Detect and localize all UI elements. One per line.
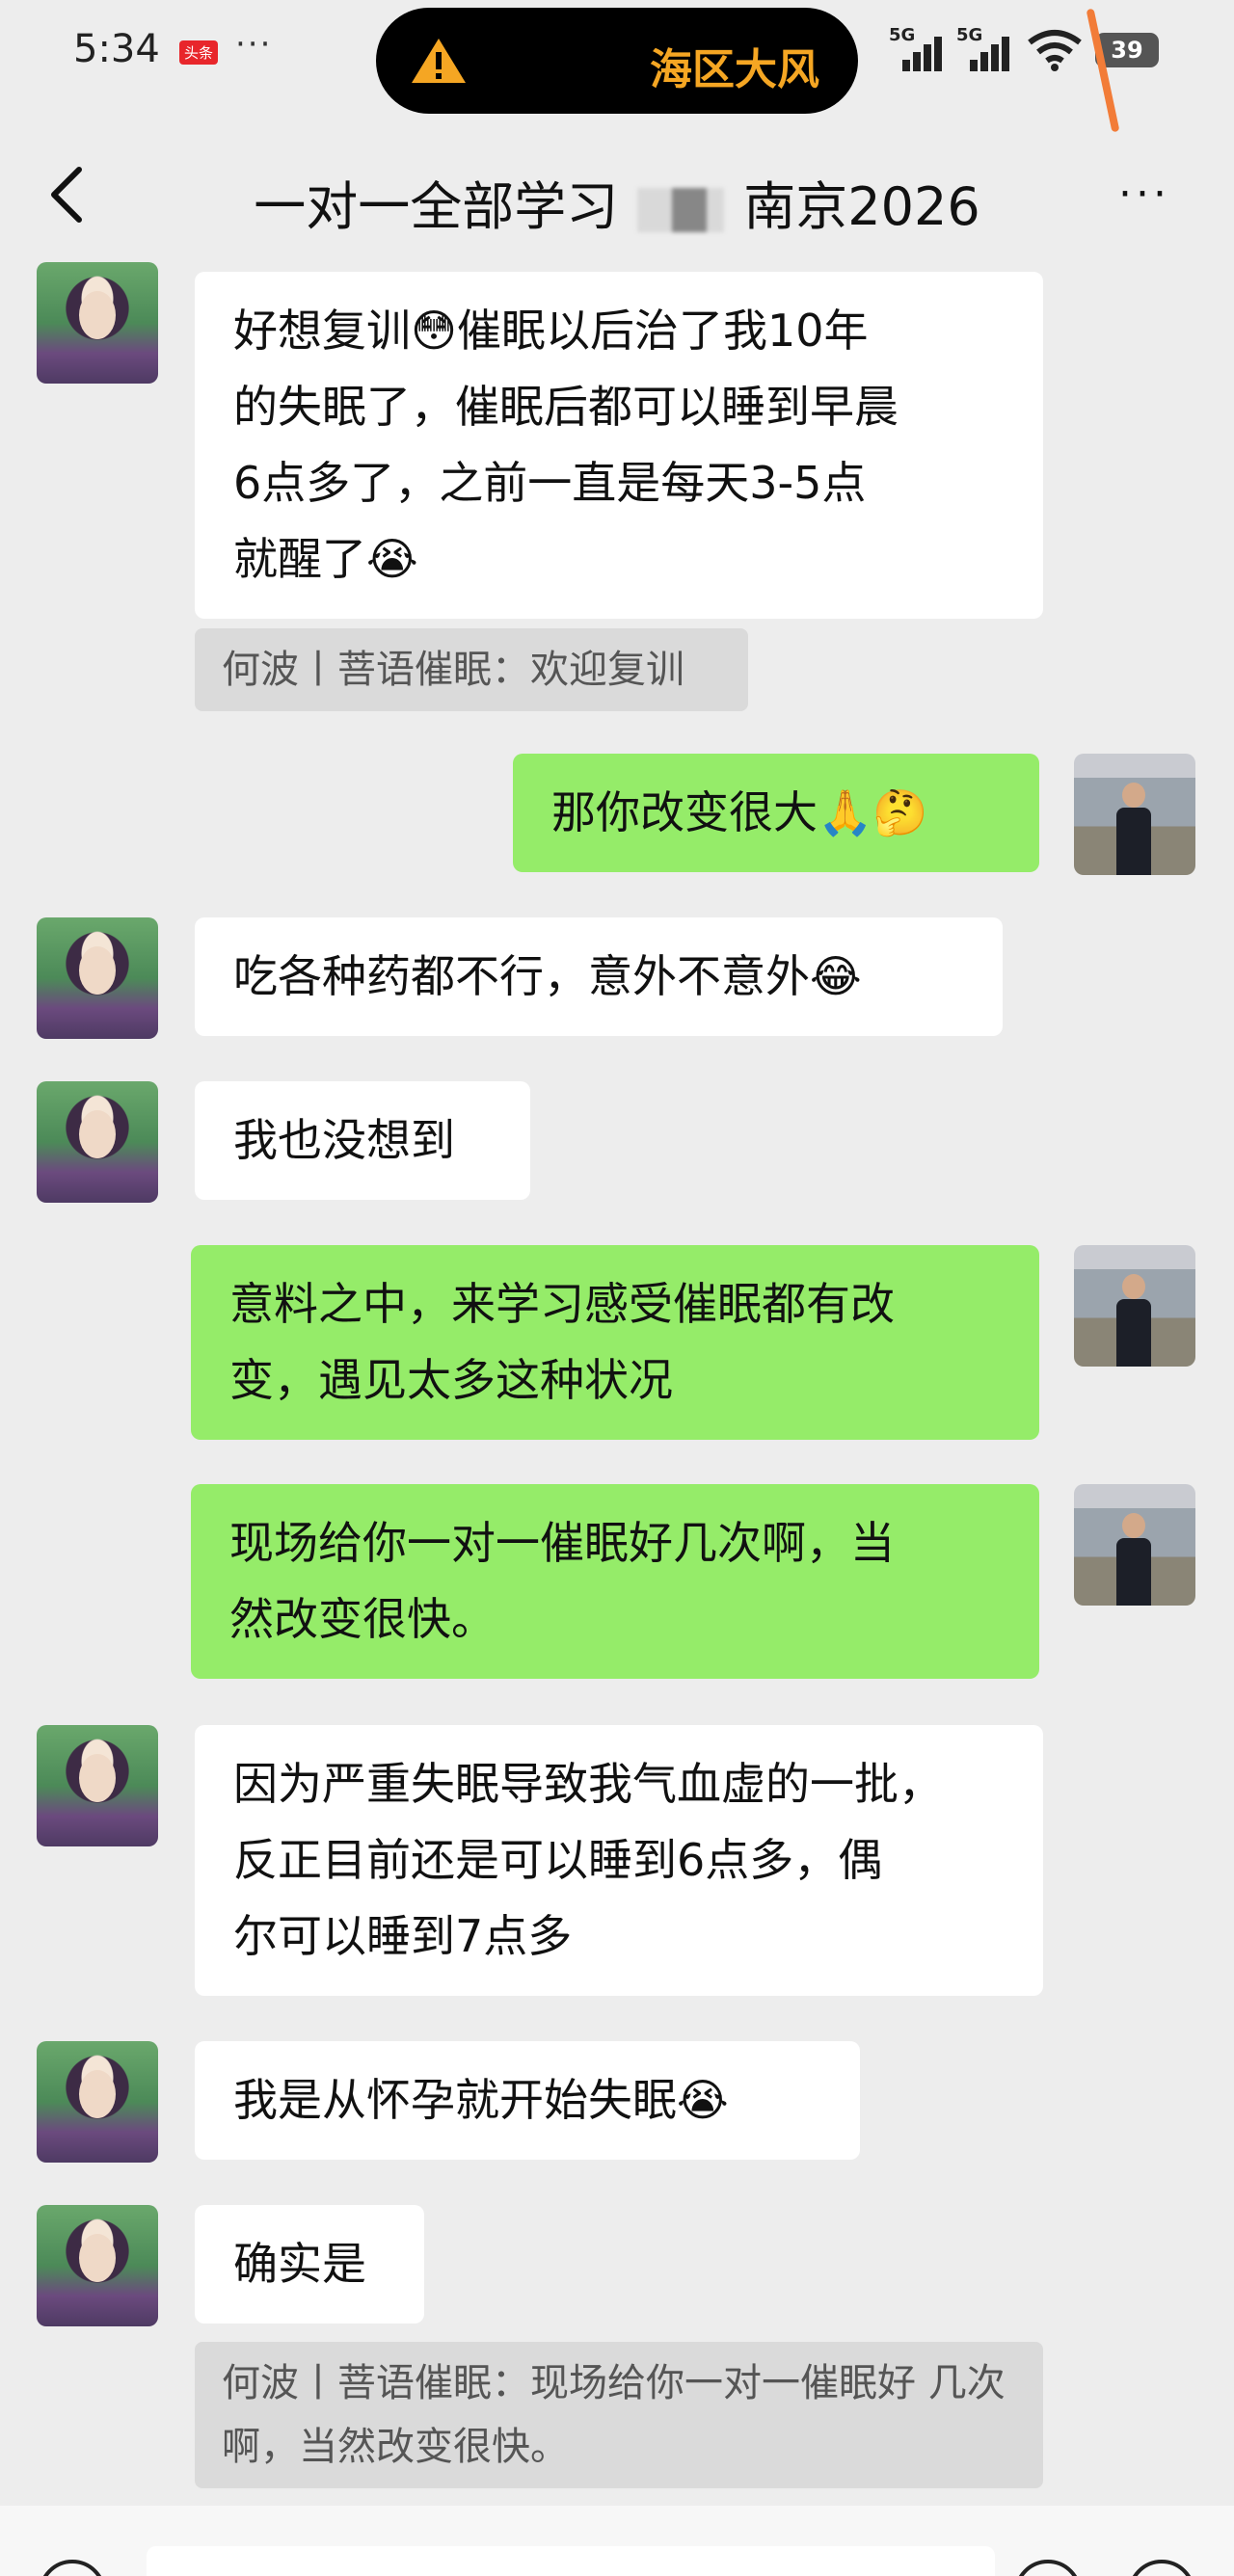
wifi-icon [1028, 30, 1082, 71]
message-bubble[interactable]: 现场给你一对一催眠好几次啊，当 然改变很快。 [191, 1484, 1039, 1679]
chat-header: 一对一全部学习 南京2026 ··· [0, 125, 1234, 260]
weather-alert-text: 海区大风 [650, 45, 819, 94]
avatar[interactable] [1074, 754, 1195, 875]
chat-title-left: 一对一全部学习 [254, 176, 619, 237]
message-bubble[interactable]: 那你改变很大🙏🤔 [513, 754, 1039, 872]
avatar[interactable] [1074, 1484, 1195, 1606]
signal-icon: 5G [889, 25, 942, 71]
avatar[interactable] [37, 1081, 158, 1203]
emoji-icon[interactable] [1014, 2560, 1082, 2576]
voice-icon[interactable] [39, 2560, 106, 2576]
avatar[interactable] [37, 2041, 158, 2163]
message-bubble[interactable]: 吃各种药都不行，意外不意外😂 [195, 917, 1003, 1036]
message-bubble[interactable]: 好想复训😳催眠以后治了我10年 的失眠了，催眠后都可以睡到早晨 6点多了，之前一… [195, 272, 1043, 619]
avatar[interactable] [37, 2205, 158, 2326]
input-bar [0, 2506, 1234, 2576]
message-bubble[interactable]: 我是从怀孕就开始失眠😭 [195, 2041, 860, 2160]
status-time: 5:34 [73, 27, 160, 71]
status-bar: 5:34 头条 ··· 海区大风 5G 5G 39 [0, 0, 1234, 133]
redacted-mask [637, 188, 725, 233]
add-icon[interactable] [1128, 2560, 1195, 2576]
message-input[interactable] [147, 2546, 995, 2576]
message-bubble[interactable]: 我也没想到 [195, 1081, 530, 1200]
message-bubble[interactable]: 因为严重失眠导致我气血虚的一批， 反正目前还是可以睡到6点多，偶 尔可以睡到7点… [195, 1725, 1043, 1996]
chat-title-right: 南京2026 [743, 176, 980, 237]
weather-alert-pill[interactable]: 海区大风 [376, 8, 858, 114]
message-bubble[interactable]: 意料之中，来学习感受催眠都有改 变，遇见太多这种状况 [191, 1245, 1039, 1440]
quoted-reply[interactable]: 何波丨菩语催眠：现场给你一对一催眠好 几次啊，当然改变很快。 [195, 2342, 1043, 2488]
avatar[interactable] [37, 262, 158, 384]
news-app-badge: 头条 [179, 40, 219, 65]
warning-icon [412, 39, 466, 83]
status-more-icon: ··· [235, 25, 273, 64]
quoted-reply[interactable]: 何波丨菩语催眠：欢迎复训 [195, 628, 748, 711]
message-bubble[interactable]: 确实是 [195, 2205, 424, 2324]
chat-title: 一对一全部学习 南京2026 [0, 164, 1234, 240]
signal-icon-2: 5G [956, 25, 1009, 71]
annotation-stroke [1086, 8, 1120, 133]
avatar[interactable] [37, 917, 158, 1039]
avatar[interactable] [37, 1725, 158, 1846]
avatar[interactable] [1074, 1245, 1195, 1367]
